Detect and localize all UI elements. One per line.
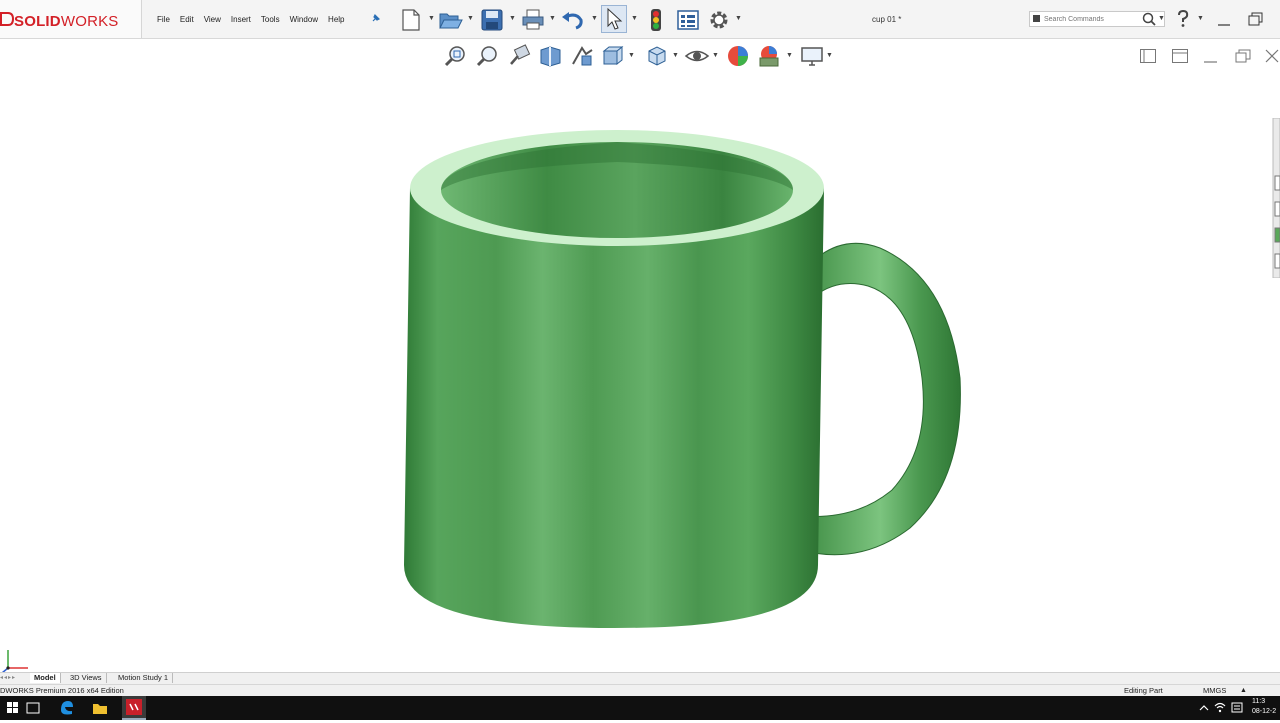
file-properties-icon[interactable]: [676, 8, 700, 32]
rebuild-icon[interactable]: [648, 8, 664, 32]
solidworks-app-icon: [126, 699, 142, 715]
menu-tools[interactable]: Tools: [261, 15, 280, 24]
solidworks-taskbar-button[interactable]: [122, 696, 146, 720]
wifi-icon[interactable]: [1214, 696, 1226, 720]
system-clock[interactable]: 11:3 08-12-2: [1252, 697, 1276, 717]
open-folder-icon[interactable]: [438, 8, 464, 32]
options-gear-icon[interactable]: [706, 7, 732, 33]
chevron-down-icon[interactable]: ▼: [509, 15, 516, 22]
menu-file[interactable]: File: [157, 15, 170, 24]
edge-browser-icon[interactable]: [58, 696, 76, 720]
menu-view[interactable]: View: [204, 15, 221, 24]
app-name-thin: WORKS: [60, 13, 119, 30]
notifications-icon[interactable]: [1230, 696, 1244, 720]
chevron-down-icon[interactable]: ▼: [467, 15, 474, 22]
clock-time: 11:3: [1252, 698, 1266, 705]
chevron-down-icon[interactable]: ▼: [1158, 15, 1165, 22]
menu-help[interactable]: Help: [328, 15, 344, 24]
new-document-icon[interactable]: [400, 8, 422, 32]
print-icon[interactable]: [521, 8, 545, 32]
menu-window[interactable]: Window: [290, 15, 318, 24]
search-input[interactable]: [1044, 13, 1140, 25]
pin-icon[interactable]: [370, 12, 382, 24]
undo-icon[interactable]: [560, 8, 586, 32]
task-view-icon[interactable]: [24, 696, 42, 720]
title-bar: SOLIDWORKS File Edit View Insert Tools W…: [0, 0, 1280, 39]
tab-model[interactable]: Model: [30, 673, 61, 683]
chevron-down-icon[interactable]: ▼: [735, 15, 742, 22]
file-explorer-icon[interactable]: [90, 696, 110, 720]
menu-bar: File Edit View Insert Tools Window Help: [157, 0, 355, 38]
help-icon[interactable]: [1176, 10, 1190, 28]
task-pane-tabs[interactable]: [1271, 118, 1280, 278]
app-name: SOLIDWORKS: [14, 13, 119, 30]
restore-icon[interactable]: [1246, 10, 1264, 28]
chevron-up-icon[interactable]: [1198, 696, 1210, 720]
model-tabs-bar: ◂◂▸▸ Model 3D Views Motion Study 1: [0, 672, 1280, 684]
windows-taskbar: 11:3 08-12-2: [0, 696, 1280, 720]
document-title: cup 01 *: [872, 15, 902, 24]
chevron-down-icon[interactable]: ▼: [631, 15, 638, 22]
tab-motion-study-1[interactable]: Motion Study 1: [114, 673, 174, 683]
menu-insert[interactable]: Insert: [231, 15, 251, 24]
select-pointer-icon: [607, 7, 623, 30]
menu-edit[interactable]: Edit: [180, 15, 194, 24]
app-name-bold: SOLID: [14, 13, 61, 30]
tab-scroll-arrows[interactable]: ◂◂▸▸: [0, 674, 28, 683]
chevron-down-icon[interactable]: ▼: [591, 15, 598, 22]
select-tool-button[interactable]: [601, 5, 627, 33]
search-icon[interactable]: [1142, 12, 1156, 26]
clock-date: 08-12-2: [1252, 708, 1277, 715]
graphics-area[interactable]: [0, 38, 1280, 674]
start-icon[interactable]: [4, 696, 22, 720]
save-icon[interactable]: [480, 8, 504, 32]
chevron-down-icon[interactable]: ▼: [1197, 15, 1204, 22]
solidworks-logo[interactable]: SOLIDWORKS: [0, 0, 142, 38]
chevron-down-icon[interactable]: ▼: [428, 15, 435, 22]
mug-model[interactable]: [0, 38, 1280, 672]
tab-3d-views[interactable]: 3D Views: [66, 673, 107, 683]
minimize-icon[interactable]: [1215, 10, 1233, 28]
chevron-down-icon[interactable]: ▼: [549, 15, 556, 22]
command-prompt-icon: [1033, 15, 1040, 22]
